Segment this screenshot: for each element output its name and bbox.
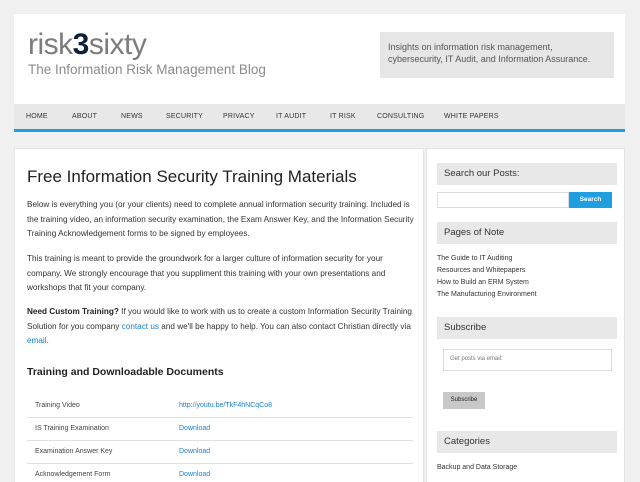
documents-section-title: Training and Downloadable Documents — [27, 366, 224, 378]
sidebar: Search our Posts: Search Pages of Note T… — [426, 148, 625, 482]
header-description-line-1: Insights on information risk management, — [388, 42, 553, 52]
subscribe-button[interactable]: Subscribe — [443, 392, 485, 409]
main-content: Free Information Security Training Mater… — [14, 148, 424, 482]
training-video-link[interactable]: http://youtu.be/TkF4hNCqCo8 — [179, 402, 272, 409]
nav-item-consulting[interactable]: Consulting — [377, 113, 424, 120]
nav-item-it-risk[interactable]: IT Risk — [330, 113, 356, 120]
site-logo[interactable]: risk3sixty — [28, 28, 147, 61]
logo-text-number: 3 — [72, 28, 90, 61]
doc-label: Examination Answer Key — [35, 448, 113, 455]
site-tagline: The Information Risk Management Blog — [28, 62, 266, 77]
page-link[interactable]: How to Build an ERM System — [437, 279, 529, 286]
download-link[interactable]: Download — [179, 425, 210, 432]
doc-label: Training Video — [35, 402, 80, 409]
download-link[interactable]: Download — [179, 471, 210, 478]
post-title: Free Information Security Training Mater… — [27, 167, 357, 186]
contact-us-link[interactable]: contact us — [122, 322, 159, 331]
header-description-line-2: cybersecurity, IT Audit, and Information… — [388, 54, 591, 64]
search-button[interactable]: Search — [569, 192, 612, 208]
custom-training-heading: Need Custom Training? — [27, 307, 119, 316]
custom-training-text-b: and we'll be happy to help. You can also… — [159, 321, 411, 331]
logo-text-left: risk — [28, 28, 73, 61]
table-row: Examination Answer Key Download — [27, 441, 413, 464]
documents-table: Training Video http://youtu.be/TkF4hNCqC… — [27, 395, 413, 482]
pages-widget-title: Pages of Note — [437, 222, 617, 244]
subscribe-widget-title: Subscribe — [437, 317, 617, 339]
categories-widget-title: Categories — [437, 431, 617, 453]
search-widget-title: Search our Posts: — [437, 163, 617, 185]
page-link[interactable]: The Manufacturing Environment — [437, 291, 537, 298]
table-row: Acknowledgement Form Download — [27, 464, 413, 482]
post-paragraph-3: Need Custom Training? If you would like … — [27, 305, 415, 349]
table-row: IS Training Examination Download — [27, 418, 413, 441]
doc-label: IS Training Examination — [35, 425, 109, 432]
download-link[interactable]: Download — [179, 448, 210, 455]
email-link[interactable]: email — [27, 336, 47, 345]
site-header: risk3sixty The Information Risk Manageme… — [14, 14, 625, 104]
doc-label: Acknowledgement Form — [35, 471, 111, 478]
table-row: Training Video http://youtu.be/TkF4hNCqC… — [27, 395, 413, 418]
logo-text-right: sixty — [88, 28, 147, 61]
post-paragraph-1: Below is everything you (or your clients… — [27, 200, 414, 238]
page-link[interactable]: Resources and Whitepapers — [437, 267, 525, 274]
subscribe-email-input[interactable]: Get posts via email: — [443, 349, 612, 371]
header-description-box: Insights on information risk management,… — [380, 32, 614, 78]
page-link[interactable]: The Guide to IT Auditing — [437, 255, 512, 262]
post-paragraph-2: This training is meant to provide the gr… — [27, 254, 386, 292]
nav-item-home[interactable]: Home — [26, 113, 48, 120]
nav-item-news[interactable]: News — [121, 113, 143, 120]
nav-item-white-papers[interactable]: White Papers — [444, 113, 499, 120]
custom-training-text-c: . — [46, 336, 49, 345]
main-navigation: Home About News Security Privacy IT Audi… — [14, 104, 625, 132]
category-link[interactable]: Backup and Data Storage — [437, 464, 517, 471]
nav-item-about[interactable]: About — [72, 113, 97, 120]
nav-item-it-audit[interactable]: IT Audit — [276, 113, 306, 120]
nav-item-security[interactable]: Security — [166, 113, 203, 120]
nav-item-privacy[interactable]: Privacy — [223, 113, 255, 120]
search-input[interactable] — [437, 192, 569, 208]
